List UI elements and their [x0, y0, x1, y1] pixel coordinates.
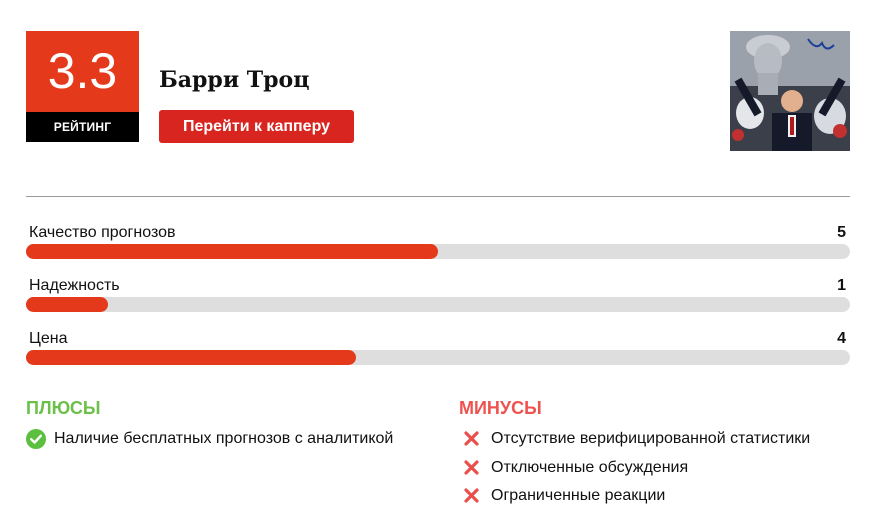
- cross-icon: [462, 429, 482, 449]
- rating-value: 3.3: [26, 31, 139, 112]
- metric-label: Надежность: [29, 277, 120, 294]
- cons-item-text: Ограниченные реакции: [491, 487, 666, 504]
- metric-track: [26, 350, 850, 365]
- metric-track: [26, 297, 850, 312]
- metric-value: 4: [837, 330, 846, 347]
- tipster-photo: [730, 31, 850, 151]
- pros-title: ПЛЮСЫ: [26, 398, 101, 418]
- cross-icon: [462, 486, 482, 506]
- cross-icon: [462, 458, 482, 478]
- pros-item-text: Наличие бесплатных прогнозов с аналитико…: [54, 430, 394, 447]
- tipster-name: Барри Троц: [159, 67, 310, 93]
- metric-reliability: Надежность 1: [26, 277, 850, 313]
- metric-track: [26, 244, 850, 259]
- rating-badge: 3.3 РЕЙТИНГ: [26, 31, 139, 142]
- metric-fill: [26, 297, 109, 312]
- metric-price: Цена 4: [26, 330, 850, 366]
- cons-title: МИНУСЫ: [459, 398, 542, 418]
- cons-item-text: Отключенные обсуждения: [491, 459, 689, 476]
- metric-value: 5: [837, 224, 846, 241]
- rating-label: РЕЙТИНГ: [26, 112, 139, 142]
- check-circle-icon: [26, 429, 46, 449]
- metric-quality: Качество прогнозов 5: [26, 224, 850, 260]
- metric-fill: [26, 350, 356, 365]
- metric-label: Цена: [29, 330, 68, 347]
- metric-value: 1: [837, 277, 846, 294]
- tipster-header: 3.3 РЕЙТИНГ Барри Троц Перейти к капперу: [0, 0, 880, 190]
- divider: [26, 196, 850, 197]
- go-to-tipster-button[interactable]: Перейти к капперу: [159, 110, 354, 143]
- metric-label: Качество прогнозов: [29, 224, 176, 241]
- cons-item-text: Отсутствие верифицированной статистики: [491, 430, 811, 447]
- metric-fill: [26, 244, 438, 259]
